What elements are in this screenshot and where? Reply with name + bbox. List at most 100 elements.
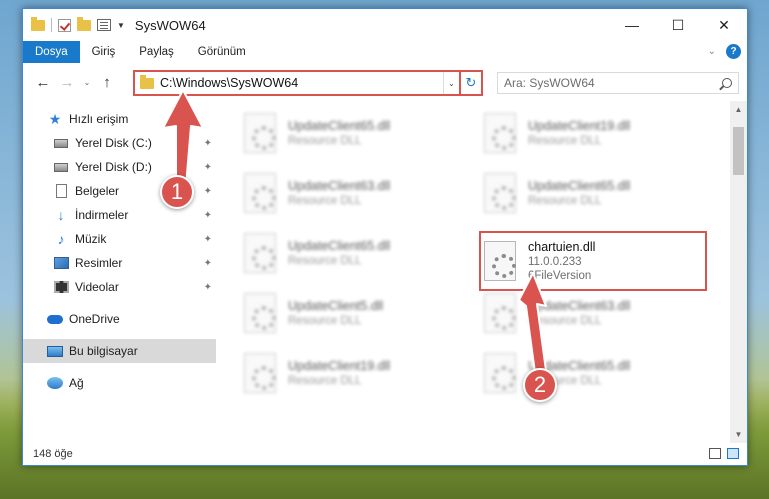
quick-access-toolbar: ▼ [23, 16, 125, 32]
recent-locations-button[interactable]: ⌄ [79, 78, 95, 87]
nav-item-label: İndirmeler [75, 208, 129, 222]
file-highlight-box [479, 231, 707, 291]
dll-file-icon [244, 353, 276, 393]
computer-icon [47, 343, 63, 359]
forward-button[interactable]: → [55, 74, 79, 91]
explorer-window: ▼ SysWOW64 — ☐ ✕ Dosya Giriş Paylaş Görü… [22, 8, 748, 466]
search-placeholder: Ara: SysWOW64 [504, 76, 595, 90]
nav-item-videos[interactable]: Videolar ✦ [23, 275, 216, 299]
nav-item-label: Yerel Disk (C:) [75, 136, 152, 150]
file-item[interactable]: UpdateClient19.dll Resource DLL [484, 105, 704, 161]
status-bar: 148 öğe [23, 443, 747, 465]
folder-icon [31, 16, 45, 31]
file-list: UpdateClient65.dll Resource DLL UpdateCli… [216, 101, 747, 443]
address-bar[interactable]: C:\Windows\SysWOW64 ⌄ ↻ [133, 70, 483, 96]
nav-item-label: Hızlı erişim [69, 112, 129, 126]
search-icon[interactable] [722, 78, 732, 88]
help-icon[interactable]: ? [726, 44, 741, 59]
scroll-up-icon[interactable]: ▲ [730, 101, 747, 118]
search-input[interactable]: Ara: SysWOW64 [497, 72, 739, 94]
file-item[interactable]: UpdateClient63.dll Resource DLL [244, 165, 464, 221]
pin-icon[interactable]: ✦ [204, 186, 212, 197]
nav-item-label: Müzik [75, 232, 107, 246]
drive-icon [53, 135, 69, 151]
star-icon: ★ [48, 110, 62, 127]
documents-icon [53, 183, 69, 199]
file-item[interactable]: UpdateClient65.dll Resource DLL [244, 225, 464, 281]
window-controls: — ☐ ✕ [609, 9, 747, 41]
file-item[interactable]: UpdateClient65.dll Resource DLL [484, 165, 704, 221]
nav-item-label: Resimler [75, 256, 123, 270]
nav-item-disk-d[interactable]: Yerel Disk (D:) ✦ [23, 155, 216, 179]
address-dropdown-button[interactable]: ⌄ [443, 72, 459, 94]
nav-item-label: Bu bilgisayar [69, 344, 138, 358]
file-item[interactable]: UpdateClient63.dll Resource DLL [484, 285, 704, 341]
pin-icon[interactable]: ✦ [204, 162, 212, 173]
step-badge-2: 2 [523, 368, 557, 402]
file-item[interactable]: UpdateClient19.dll Resource DLL [244, 345, 464, 401]
dll-file-icon [484, 113, 516, 153]
videos-icon [53, 279, 69, 295]
nav-item-onedrive[interactable]: OneDrive [23, 307, 216, 331]
nav-item-quick-access[interactable]: ★ Hızlı erişim [23, 107, 216, 131]
dll-file-icon [244, 293, 276, 333]
refresh-button[interactable]: ↻ [459, 72, 481, 94]
vertical-scrollbar[interactable]: ▲ ▼ [730, 101, 747, 443]
pin-icon[interactable]: ✦ [204, 138, 212, 149]
nav-item-disk-c[interactable]: Yerel Disk (C:) ✦ [23, 131, 216, 155]
pin-icon[interactable]: ✦ [204, 210, 212, 221]
nav-item-downloads[interactable]: ↓ İndirmeler ✦ [23, 203, 216, 227]
details-view-icon[interactable] [709, 448, 721, 459]
tab-paylas[interactable]: Paylaş [127, 41, 186, 63]
back-button[interactable]: ← [31, 74, 55, 91]
nav-item-label: OneDrive [69, 312, 120, 326]
file-item[interactable]: UpdateClient65.dll Resource DLL [484, 345, 704, 401]
address-row: ← → ⌄ ↑ C:\Windows\SysWOW64 ⌄ ↻ Ara: Sys… [23, 63, 747, 101]
chevron-down-icon[interactable]: ▼ [117, 21, 125, 30]
new-folder-icon[interactable] [77, 16, 91, 31]
network-icon [47, 375, 63, 391]
dll-file-icon [484, 173, 516, 213]
up-button[interactable]: ↑ [95, 74, 119, 91]
address-path[interactable]: C:\Windows\SysWOW64 [160, 76, 298, 90]
file-item[interactable]: UpdateClient5.dll Resource DLL [244, 285, 464, 341]
music-icon: ♪ [57, 231, 65, 247]
tiles-view-icon[interactable] [727, 448, 739, 459]
navigation-pane: ★ Hızlı erişim Yerel Disk (C:) ✦ Yerel D… [23, 101, 216, 443]
dll-file-icon [244, 173, 276, 213]
dll-file-icon [244, 113, 276, 153]
tab-giris[interactable]: Giriş [80, 41, 128, 63]
close-button[interactable]: ✕ [701, 9, 747, 41]
window-title: SysWOW64 [134, 17, 206, 33]
maximize-button[interactable]: ☐ [655, 9, 701, 41]
nav-item-label: Ağ [69, 376, 84, 390]
nav-item-network[interactable]: Ağ [23, 371, 216, 395]
title-bar: ▼ SysWOW64 — ☐ ✕ [23, 9, 747, 41]
download-icon: ↓ [57, 207, 65, 223]
tab-gorunum[interactable]: Görünüm [186, 41, 258, 63]
folder-icon [140, 74, 154, 89]
scroll-down-icon[interactable]: ▼ [730, 426, 747, 443]
cloud-icon [47, 311, 63, 327]
minimize-button[interactable]: — [609, 9, 655, 41]
tab-dosya[interactable]: Dosya [23, 41, 80, 63]
dll-file-icon [484, 353, 516, 393]
drive-icon [53, 159, 69, 175]
nav-item-pictures[interactable]: Resimler ✦ [23, 251, 216, 275]
pin-icon[interactable]: ✦ [204, 258, 212, 269]
expand-ribbon-icon[interactable]: ⌄ [708, 46, 716, 57]
pin-icon[interactable]: ✦ [204, 282, 212, 293]
pin-icon[interactable]: ✦ [204, 234, 212, 245]
nav-item-music[interactable]: ♪ Müzik ✦ [23, 227, 216, 251]
pictures-icon [53, 255, 69, 271]
ribbon-tabs: Dosya Giriş Paylaş Görünüm ⌄ ? [23, 41, 747, 63]
properties-icon[interactable] [97, 19, 111, 31]
nav-item-label: Belgeler [75, 184, 120, 198]
step-badge-1: 1 [160, 175, 194, 209]
file-item[interactable]: UpdateClient65.dll Resource DLL [244, 105, 464, 161]
properties-check-icon[interactable] [58, 18, 71, 32]
scroll-thumb[interactable] [733, 127, 744, 175]
nav-item-label: Videolar [75, 280, 119, 294]
dll-file-icon [484, 293, 516, 333]
nav-item-this-pc[interactable]: Bu bilgisayar [23, 339, 216, 363]
